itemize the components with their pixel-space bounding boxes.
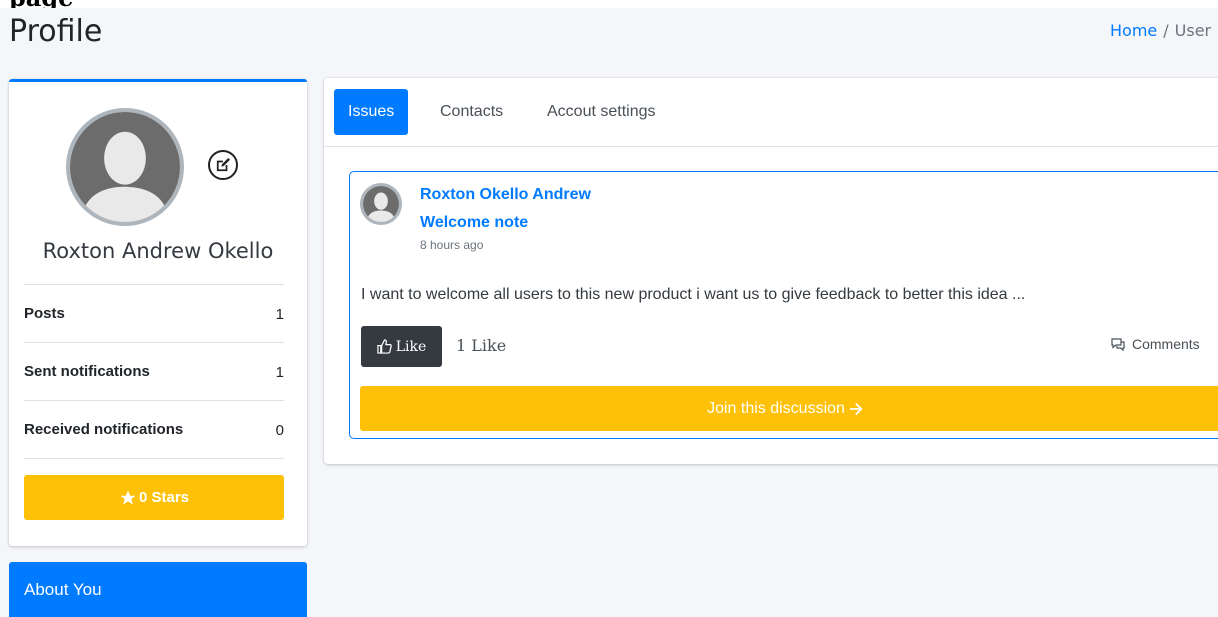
join-label: Join this discussion — [707, 399, 845, 417]
join-discussion-button[interactable]: Join this discussion — [360, 386, 1218, 431]
stat-label: Received notifications — [24, 421, 184, 438]
comments-label: Comments — [1132, 336, 1200, 352]
stat-value: 1 — [275, 364, 284, 381]
like-button[interactable]: Like — [361, 326, 442, 367]
edit-icon — [216, 158, 230, 172]
about-title: About You — [24, 580, 102, 599]
tab-contacts[interactable]: Contacts — [426, 89, 517, 135]
stars-button[interactable]: 0 Stars — [24, 475, 284, 520]
tab-bar: Issues Contacts Accout settings — [324, 78, 1218, 147]
breadcrumb: Home / User — [1110, 21, 1211, 40]
stat-value: 0 — [275, 422, 284, 439]
profile-avatar — [66, 108, 184, 226]
like-label: Like — [395, 338, 427, 355]
breadcrumb-separator: / — [1163, 21, 1169, 40]
post-card: Roxton Okello Andrew Welcome note 8 hour… — [349, 171, 1218, 439]
star-icon — [120, 490, 136, 505]
page-title: Profile — [9, 14, 103, 49]
stat-row-posts: Posts 1 — [24, 284, 284, 342]
tab-issues[interactable]: Issues — [334, 89, 409, 135]
post-body: I want to welcome all users to this new … — [361, 286, 1026, 303]
stat-label: Sent notifications — [24, 363, 150, 380]
like-count: 1 Like — [456, 336, 507, 355]
edit-profile-button[interactable] — [208, 150, 238, 180]
about-card-header: About You — [9, 562, 307, 617]
stars-label: 0 Stars — [138, 489, 190, 506]
stat-row-sent-notifications: Sent notifications 1 — [24, 342, 284, 400]
profile-card: Roxton Andrew Okello Posts 1 Sent notifi… — [9, 79, 307, 546]
post-author-avatar — [360, 183, 402, 225]
comments-icon — [1111, 338, 1125, 352]
user-silhouette-icon — [363, 186, 399, 222]
stat-label: Posts — [24, 305, 65, 322]
thumbs-up-icon — [377, 339, 392, 354]
profile-name: Roxton Andrew Okello — [42, 239, 274, 263]
breadcrumb-home-link[interactable]: Home — [1110, 21, 1157, 40]
top-strip: page — [0, 0, 1218, 8]
comments-link[interactable]: Comments — [1110, 336, 1200, 352]
stat-row-received-notifications: Received notifications 0 — [24, 400, 284, 459]
arrow-right-icon — [849, 402, 863, 415]
breadcrumb-current: User — [1174, 21, 1212, 40]
main-card: Issues Contacts Accout settings Roxton O… — [324, 78, 1218, 464]
top-strip-text: page — [9, 0, 73, 8]
tab-account-settings[interactable]: Accout settings — [533, 89, 670, 135]
post-author-link[interactable]: Roxton Okello Andrew — [420, 186, 591, 204]
stat-value: 1 — [275, 306, 284, 323]
post-timestamp: 8 hours ago — [420, 238, 484, 252]
user-silhouette-icon — [70, 112, 180, 222]
post-title-link[interactable]: Welcome note — [420, 214, 528, 232]
